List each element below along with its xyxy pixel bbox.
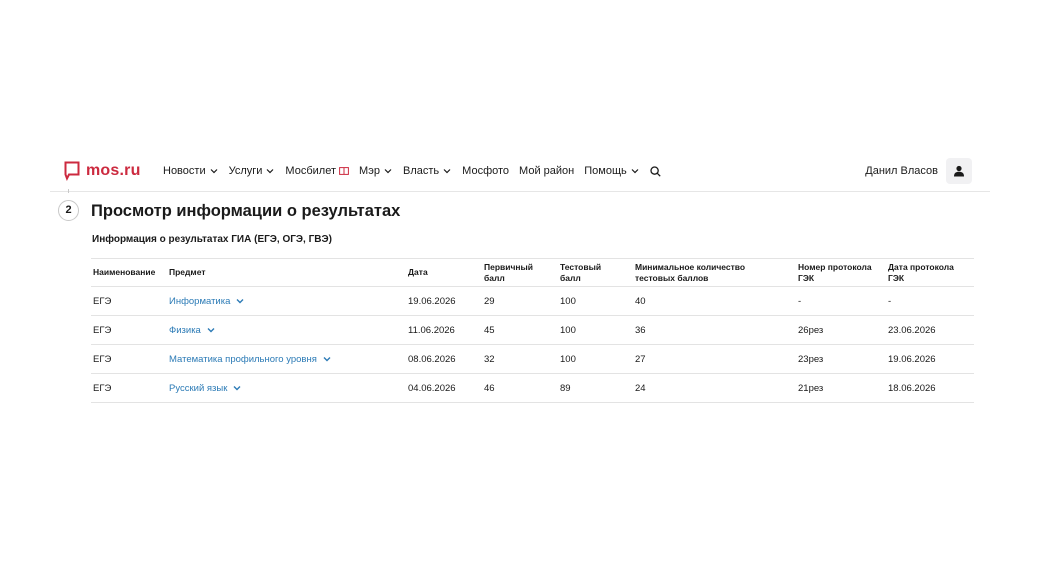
logo-icon xyxy=(64,161,80,181)
chevron-down-icon xyxy=(443,169,451,174)
chevron-down-icon xyxy=(323,357,331,362)
nav-item-authority[interactable]: Власть xyxy=(403,164,452,178)
nav-label: Мэр xyxy=(358,165,381,177)
chevron-down-icon xyxy=(384,169,392,174)
chevron-down-icon xyxy=(266,169,274,174)
cell-protocol-number: - xyxy=(796,286,886,316)
user-menu[interactable]: Данил Власов xyxy=(865,158,972,184)
cell-primary-score: 46 xyxy=(482,373,558,403)
column-header-exam: Наименование xyxy=(91,258,167,287)
nav-label: Мой район xyxy=(519,165,575,177)
cell-test-score: 100 xyxy=(558,286,633,316)
chevron-down-icon xyxy=(207,328,215,333)
site-header: mos.ru Новости Услуги Мосбилет Мэр Власт… xyxy=(50,152,990,192)
nav-item-my-district[interactable]: Мой район xyxy=(519,164,574,178)
cell-exam: ЕГЭ xyxy=(91,315,167,345)
cell-min-score: 27 xyxy=(633,344,796,374)
chevron-down-icon xyxy=(236,299,244,304)
subject-label: Информатика xyxy=(169,295,231,307)
column-header-protocol-number: Номер протокола ГЭК xyxy=(796,258,886,287)
nav-item-mosfoto[interactable]: Мосфото xyxy=(462,164,509,178)
logo-text: mos.ru xyxy=(86,162,141,179)
avatar[interactable] xyxy=(946,158,972,184)
step-connector xyxy=(68,189,69,193)
nav-item-mayor[interactable]: Мэр xyxy=(359,164,393,178)
subject-label: Физика xyxy=(169,324,201,336)
subject-label: Русский язык xyxy=(169,382,228,394)
nav-label: Услуги xyxy=(228,165,263,177)
cell-subject: Информатика xyxy=(167,286,406,316)
cell-exam: ЕГЭ xyxy=(91,344,167,374)
table-row: ЕГЭ Информатика 19.06.2026 29 100 40 - - xyxy=(91,286,974,316)
cell-protocol-date: 19.06.2026 xyxy=(886,344,974,374)
cell-exam: ЕГЭ xyxy=(91,286,167,316)
cell-date: 19.06.2026 xyxy=(406,286,482,316)
column-header-protocol-date: Дата протокола ГЭК xyxy=(886,258,974,287)
cell-date: 08.06.2026 xyxy=(406,344,482,374)
cell-subject: Математика профильного уровня xyxy=(167,344,406,374)
main-nav: Новости Услуги Мосбилет Мэр Власть Мосфо… xyxy=(163,164,661,178)
cell-primary-score: 45 xyxy=(482,315,558,345)
cell-subject: Русский язык xyxy=(167,373,406,403)
column-header-subject: Предмет xyxy=(167,258,406,287)
nav-label: Власть xyxy=(403,165,440,177)
results-table: Наименование Предмет Дата Первичный балл … xyxy=(91,258,974,403)
step-number-badge: 2 xyxy=(58,200,79,221)
subject-toggle[interactable]: Физика xyxy=(169,325,216,336)
table-header-row: Наименование Предмет Дата Первичный балл … xyxy=(91,258,974,287)
cell-min-score: 36 xyxy=(633,315,796,345)
nav-item-news[interactable]: Новости xyxy=(163,164,219,178)
cell-protocol-number: 26рез xyxy=(796,315,886,345)
cell-protocol-date: 18.06.2026 xyxy=(886,373,974,403)
nav-label: Мосфото xyxy=(462,165,510,177)
cell-min-score: 24 xyxy=(633,373,796,403)
cell-exam: ЕГЭ xyxy=(91,373,167,403)
nav-item-services[interactable]: Услуги xyxy=(229,164,276,178)
cell-subject: Физика xyxy=(167,315,406,345)
user-name[interactable]: Данил Власов xyxy=(865,165,938,177)
subject-label: Математика профильного уровня xyxy=(169,353,317,365)
cell-date: 11.06.2026 xyxy=(406,315,482,345)
column-header-date: Дата xyxy=(406,258,482,287)
cell-protocol-date: - xyxy=(886,286,974,316)
cell-min-score: 40 xyxy=(633,286,796,316)
chevron-down-icon xyxy=(210,169,218,174)
page-title: Просмотр информации о результатах xyxy=(91,202,401,220)
cell-protocol-date: 23.06.2026 xyxy=(886,315,974,345)
nav-label: Новости xyxy=(163,165,206,177)
cell-primary-score: 32 xyxy=(482,344,558,374)
nav-item-help[interactable]: Помощь xyxy=(584,164,640,178)
section-subtitle: Информация о результатах ГИА (ЕГЭ, ОГЭ, … xyxy=(92,234,332,245)
cell-protocol-number: 21рез xyxy=(796,373,886,403)
ticket-icon xyxy=(339,167,349,175)
user-icon xyxy=(954,165,964,177)
table-row: ЕГЭ Русский язык 04.06.2026 46 89 24 21р… xyxy=(91,373,974,403)
table-row: ЕГЭ Физика 11.06.2026 45 100 36 26рез 23… xyxy=(91,315,974,345)
column-header-min-score: Минимальное количество тестовых баллов xyxy=(633,258,796,287)
cell-date: 04.06.2026 xyxy=(406,373,482,403)
column-header-test-score: Тестовый балл xyxy=(558,258,633,287)
nav-item-mosbilet[interactable]: Мосбилет xyxy=(285,164,349,178)
nav-label: Помощь xyxy=(584,165,627,177)
subject-toggle[interactable]: Информатика xyxy=(169,296,245,307)
cell-protocol-number: 23рез xyxy=(796,344,886,374)
logo[interactable]: mos.ru xyxy=(64,161,141,181)
search-icon[interactable] xyxy=(650,165,661,177)
cell-test-score: 89 xyxy=(558,373,633,403)
column-header-primary-score: Первичный балл xyxy=(482,258,558,287)
cell-primary-score: 29 xyxy=(482,286,558,316)
cell-test-score: 100 xyxy=(558,315,633,345)
subject-toggle[interactable]: Математика профильного уровня xyxy=(169,354,332,365)
table-row: ЕГЭ Математика профильного уровня 08.06.… xyxy=(91,344,974,374)
chevron-down-icon xyxy=(233,386,241,391)
subject-toggle[interactable]: Русский язык xyxy=(169,383,242,394)
nav-label: Мосбилет xyxy=(285,165,336,177)
chevron-down-icon xyxy=(631,169,639,174)
cell-test-score: 100 xyxy=(558,344,633,374)
